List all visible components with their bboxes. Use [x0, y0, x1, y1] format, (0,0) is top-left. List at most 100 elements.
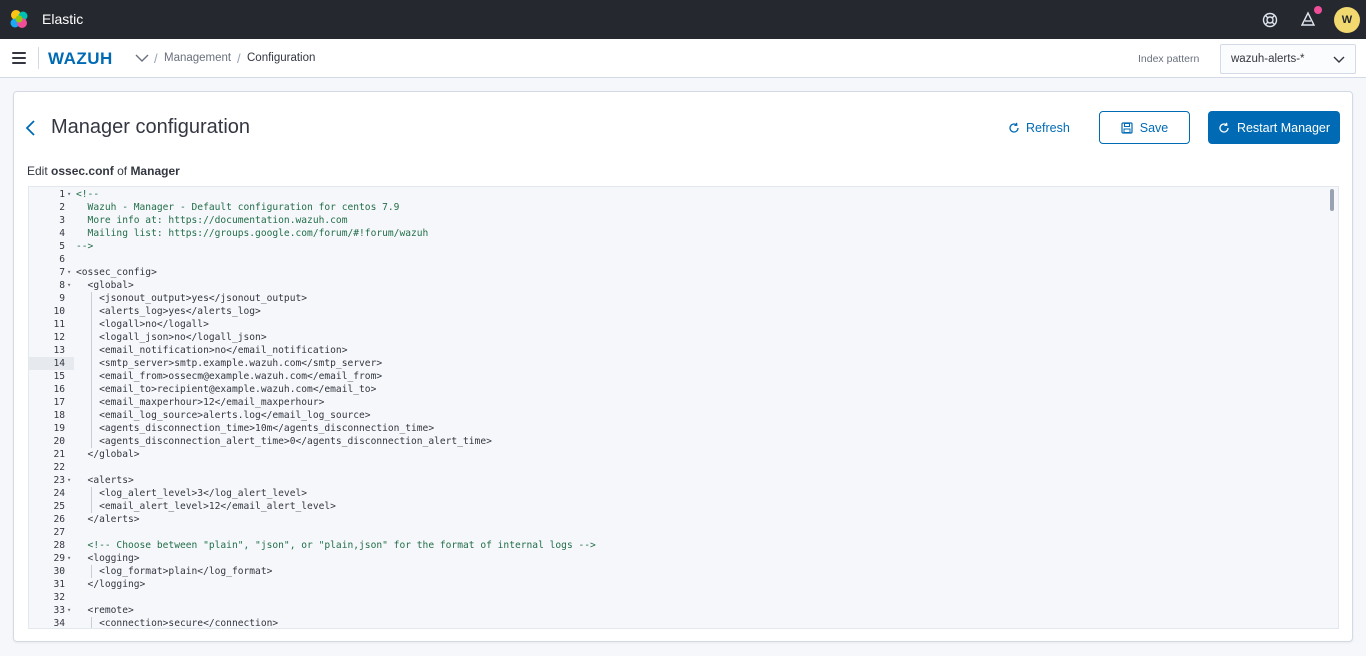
code-text: <email_from>ossecm@example.wazuh.com</em…: [76, 371, 383, 382]
menu-toggle-button[interactable]: [12, 52, 26, 64]
line-number: 18: [53, 410, 65, 421]
code-line: 18 <email_log_source>alerts.log</email_l…: [29, 409, 1338, 422]
code-text: <logall>no</logall>: [76, 319, 209, 330]
code-line: 24 <log_alert_level>3</log_alert_level>: [29, 487, 1338, 500]
code-text: <alerts_log>yes</alerts_log>: [76, 306, 261, 317]
edit-file-name: ossec.conf: [51, 164, 114, 178]
save-button[interactable]: Save: [1099, 111, 1190, 144]
line-number: 11: [53, 319, 65, 330]
breadcrumb-separator: /: [237, 51, 241, 66]
line-number: 19: [53, 423, 65, 434]
fold-toggle-icon[interactable]: ▾: [67, 552, 71, 565]
line-number: 24: [53, 488, 65, 499]
line-number: 33: [53, 605, 65, 616]
line-number: 16: [53, 384, 65, 395]
code-line: 33 ▾ <remote>: [29, 604, 1338, 617]
line-number: 2: [59, 202, 65, 213]
top-header: Elastic W: [0, 0, 1366, 39]
code-text: <logging>: [76, 553, 140, 564]
code-line: 14 <smtp_server>smtp.example.wazuh.com</…: [29, 357, 1338, 370]
restart-label: Restart Manager: [1236, 120, 1331, 135]
code-line: 25 <email_alert_level>12</email_alert_le…: [29, 500, 1338, 513]
edit-file-caption: Edit ossec.conf of Manager: [27, 164, 180, 178]
help-icon[interactable]: [1261, 11, 1279, 29]
code-text: </alerts>: [76, 514, 140, 525]
code-text: <smtp_server>smtp.example.wazuh.com</smt…: [76, 358, 383, 369]
index-pattern-select[interactable]: wazuh-alerts-*: [1220, 44, 1356, 74]
indent-guide: [91, 565, 92, 578]
code-line: 26 </alerts>: [29, 513, 1338, 526]
line-number: 20: [53, 436, 65, 447]
chevron-down-icon: [1333, 56, 1345, 63]
code-line: 19 <agents_disconnection_time>10m</agent…: [29, 422, 1338, 435]
code-line: 27: [29, 526, 1338, 539]
code-text: <!--: [76, 189, 100, 200]
code-text: </global>: [76, 449, 140, 460]
line-number: 21: [53, 449, 65, 460]
line-number: 17: [53, 397, 65, 408]
code-line: 11 <logall>no</logall>: [29, 318, 1338, 331]
restart-icon: [1219, 122, 1229, 133]
breadcrumb-separator: /: [154, 51, 158, 66]
fold-toggle-icon[interactable]: ▾: [67, 266, 71, 279]
restart-manager-button[interactable]: Restart Manager: [1208, 111, 1340, 144]
save-icon: [1121, 121, 1133, 134]
user-avatar[interactable]: W: [1334, 7, 1360, 33]
code-line: 7 ▾ <ossec_config>: [29, 266, 1338, 279]
line-number: 25: [53, 501, 65, 512]
fold-toggle-icon[interactable]: ▾: [67, 188, 71, 201]
code-text: <email_maxperhour>12</email_maxperhour>: [76, 397, 325, 408]
code-line: 3 More info at: https://documentation.wa…: [29, 214, 1338, 227]
edit-target: Manager: [130, 164, 180, 178]
code-line: 15 <email_from>ossecm@example.wazuh.com<…: [29, 370, 1338, 383]
code-text: More info at: https://documentation.wazu…: [76, 215, 348, 226]
code-text: <logall_json>no</logall_json>: [76, 332, 267, 343]
breadcrumb-configuration: Configuration: [247, 52, 316, 64]
fold-toggle-icon[interactable]: ▾: [67, 604, 71, 617]
line-number: 9: [59, 293, 65, 304]
chevron-down-icon[interactable]: [135, 53, 149, 63]
code-line: 17 <email_maxperhour>12</email_maxperhou…: [29, 396, 1338, 409]
code-line: 34 <connection>secure</connection>: [29, 617, 1338, 628]
code-text: <email_log_source>alerts.log</email_log_…: [76, 410, 371, 421]
code-line: 8 ▾ <global>: [29, 279, 1338, 292]
code-line: 20 <agents_disconnection_alert_time>0</a…: [29, 435, 1338, 448]
code-text: <agents_disconnection_time>10m</agents_d…: [76, 423, 435, 434]
code-line: 31 </logging>: [29, 578, 1338, 591]
code-line: 2 Wazuh - Manager - Default configuratio…: [29, 201, 1338, 214]
code-text: </logging>: [76, 579, 146, 590]
fold-toggle-icon[interactable]: ▾: [67, 279, 71, 292]
divider: [38, 47, 39, 69]
code-line: 9 <jsonout_output>yes</jsonout_output>: [29, 292, 1338, 305]
code-text: <remote>: [76, 605, 134, 616]
refresh-button[interactable]: Refresh: [1008, 119, 1070, 137]
line-number: 27: [53, 527, 65, 538]
elastic-logo-icon[interactable]: [9, 9, 29, 29]
code-line: 4 Mailing list: https://groups.google.co…: [29, 227, 1338, 240]
breadcrumb-management[interactable]: Management: [164, 52, 231, 64]
line-number: 1: [59, 189, 65, 200]
back-arrow-icon[interactable]: [24, 117, 38, 139]
code-line: 22: [29, 461, 1338, 474]
line-number: 8: [59, 280, 65, 291]
code-text: <global>: [76, 280, 134, 291]
code-line: 23 ▾ <alerts>: [29, 474, 1338, 487]
line-number: 30: [53, 566, 65, 577]
line-number: 12: [53, 332, 65, 343]
code-line: 1 ▾ <!--: [29, 188, 1338, 201]
wazuh-logo-icon[interactable]: WAZUH: [48, 49, 128, 67]
code-text: <jsonout_output>yes</jsonout_output>: [76, 293, 308, 304]
code-text: -->: [76, 241, 94, 252]
indent-guide: [91, 292, 92, 448]
code-line: 5 -->: [29, 240, 1338, 253]
code-text: <!-- Choose between "plain", "json", or …: [76, 540, 596, 551]
fold-toggle-icon[interactable]: ▾: [67, 474, 71, 487]
code-line: 12 <logall_json>no</logall_json>: [29, 331, 1338, 344]
code-line: 32: [29, 591, 1338, 604]
line-number: 4: [59, 228, 65, 239]
code-text: <log_alert_level>3</log_alert_level>: [76, 488, 308, 499]
code-editor[interactable]: 1 ▾ <!-- 2 Wazuh - Manager - Default config…: [28, 186, 1339, 629]
line-number: 5: [59, 241, 65, 252]
code-text: <email_to>recipient@example.wazuh.com</e…: [76, 384, 377, 395]
code-text: Wazuh - Manager - Default configuration …: [76, 202, 400, 213]
